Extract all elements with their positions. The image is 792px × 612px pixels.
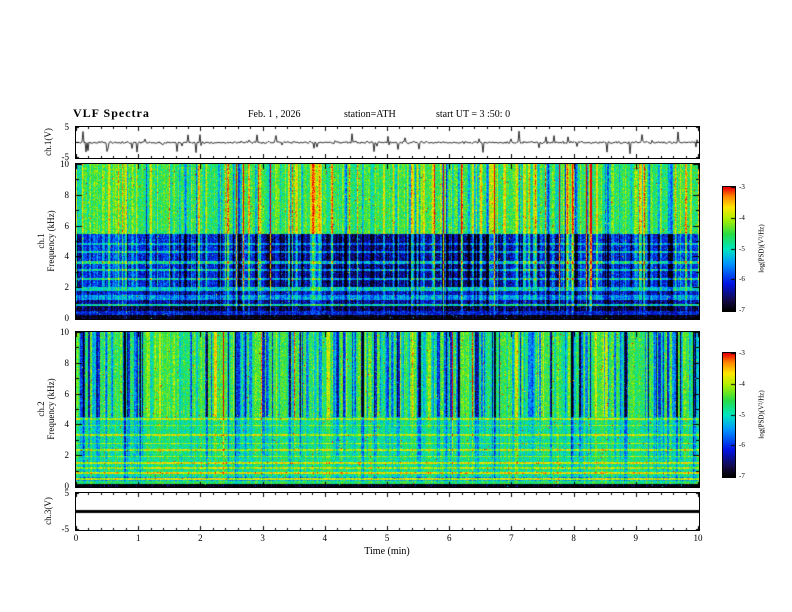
colorbar-tick-label: -5 [739,410,745,419]
colorbar-2-canvas [723,353,735,477]
y-tick-label: 2 [64,282,70,293]
station-label: station=ATH [344,109,396,120]
ch1-waveform-panel [75,126,700,159]
y-tick-label: 10 [60,159,69,169]
colorbar-tick-label: -4 [739,379,745,388]
colorbar-2-label: log(PSD)(V²/Hz) [757,390,766,439]
y-tick-label: 6 [64,388,70,399]
colorbar-tick-label: -5 [739,244,745,253]
colorbar-1-canvas [723,187,735,311]
x-tick-label: 4 [322,533,328,543]
colorbar-tick-label: -7 [739,306,745,314]
x-tick-label: 1 [135,533,141,543]
colorbar-tick-label: -3 [739,349,745,357]
date-label: Feb. 1 , 2026 [248,109,301,120]
y-tick-label: 4 [64,419,70,430]
x-axis-label: Time (min) [364,546,410,557]
colorbar-1 [722,186,736,312]
y-tick-label: 5 [64,488,70,498]
x-tick-label: 2 [198,533,203,543]
y-tick-label: 10 [60,327,69,337]
y-tick-label: 8 [64,357,70,368]
x-tick-label: 6 [446,533,452,543]
colorbar-2 [722,352,736,478]
ch2-spectrogram-panel [75,331,700,488]
ch2-spectrogram-canvas [76,332,699,487]
colorbar-tick-label: -4 [739,213,745,222]
ch1-spectrogram-panel [75,163,700,320]
colorbar-tick-label: -6 [739,441,745,450]
y-tick-label: 4 [64,251,70,262]
x-tick-label: 8 [571,533,576,543]
colorbar-tick-label: -7 [739,472,745,480]
ch3-waveform-panel [75,492,700,531]
x-tick-label: 3 [260,533,265,543]
y-tick-label: 5 [64,122,70,132]
y-tick-label: 0 [64,313,70,323]
colorbar-tick-label: -3 [739,183,745,191]
y-tick-label: 8 [64,189,70,200]
ch1-spectrogram-canvas [76,164,699,319]
x-tick-label: 0 [73,533,79,543]
colorbar-1-label: log(PSD)(V²/Hz) [757,224,766,273]
x-tick-label: 5 [384,533,390,543]
x-tick-label: 10 [693,533,703,543]
ch3-waveform-canvas [76,493,699,530]
ch1-waveform-canvas [76,127,699,158]
y-tick-label: 6 [64,220,70,231]
y-tick-label: -5 [61,524,70,534]
vlf-spectra-figure: VLF Spectra Feb. 1 , 2026 station=ATH st… [0,0,792,612]
start-ut-label: start UT = 3 :50: 0 [436,109,511,120]
x-tick-label: 9 [633,533,639,543]
figure-title: VLF Spectra [73,106,150,120]
x-tick-label: 7 [509,533,514,543]
y-tick-label: 2 [64,450,70,461]
colorbar-tick-label: -6 [739,275,745,284]
